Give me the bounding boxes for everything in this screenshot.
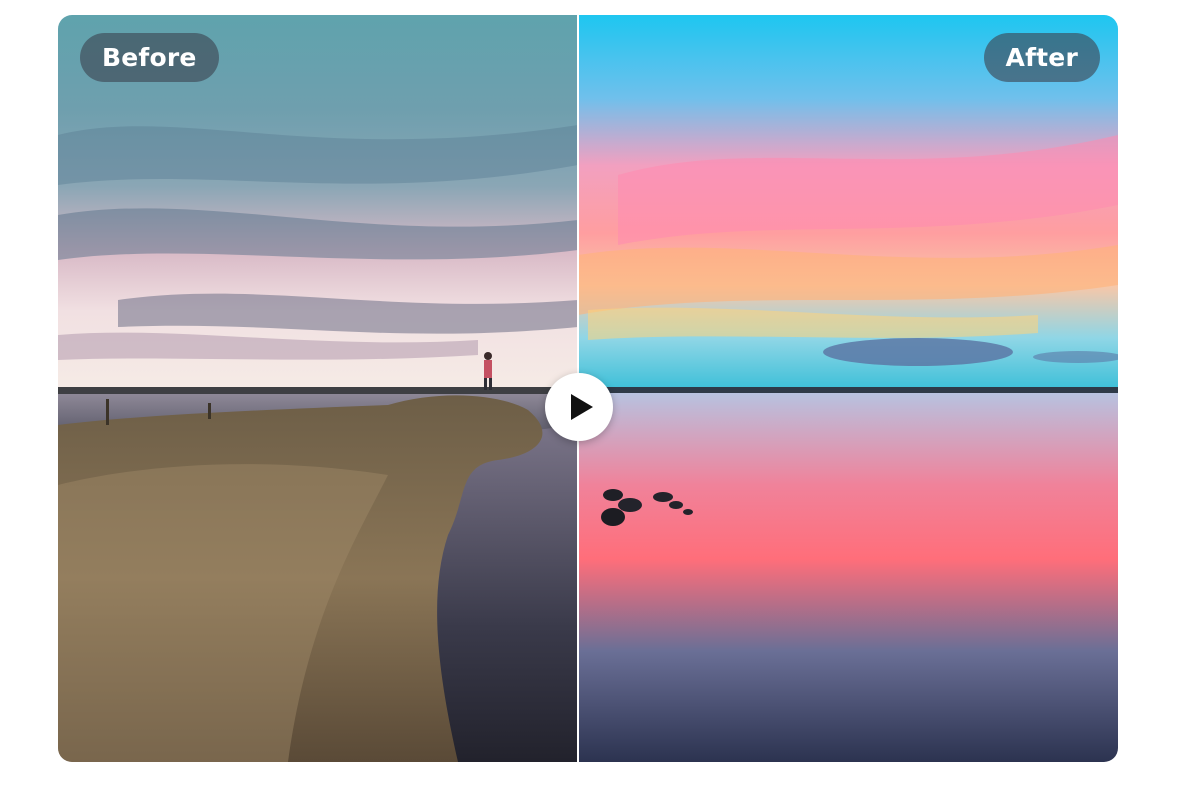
before-landscape-graphic	[58, 15, 578, 762]
before-label: Before	[80, 33, 219, 82]
slider-handle[interactable]	[545, 373, 613, 441]
after-landscape-graphic	[578, 15, 1118, 762]
before-image	[58, 15, 578, 762]
before-after-comparison[interactable]: Before After	[58, 15, 1118, 762]
play-icon	[571, 394, 593, 420]
after-image	[578, 15, 1118, 762]
after-label: After	[983, 33, 1100, 82]
